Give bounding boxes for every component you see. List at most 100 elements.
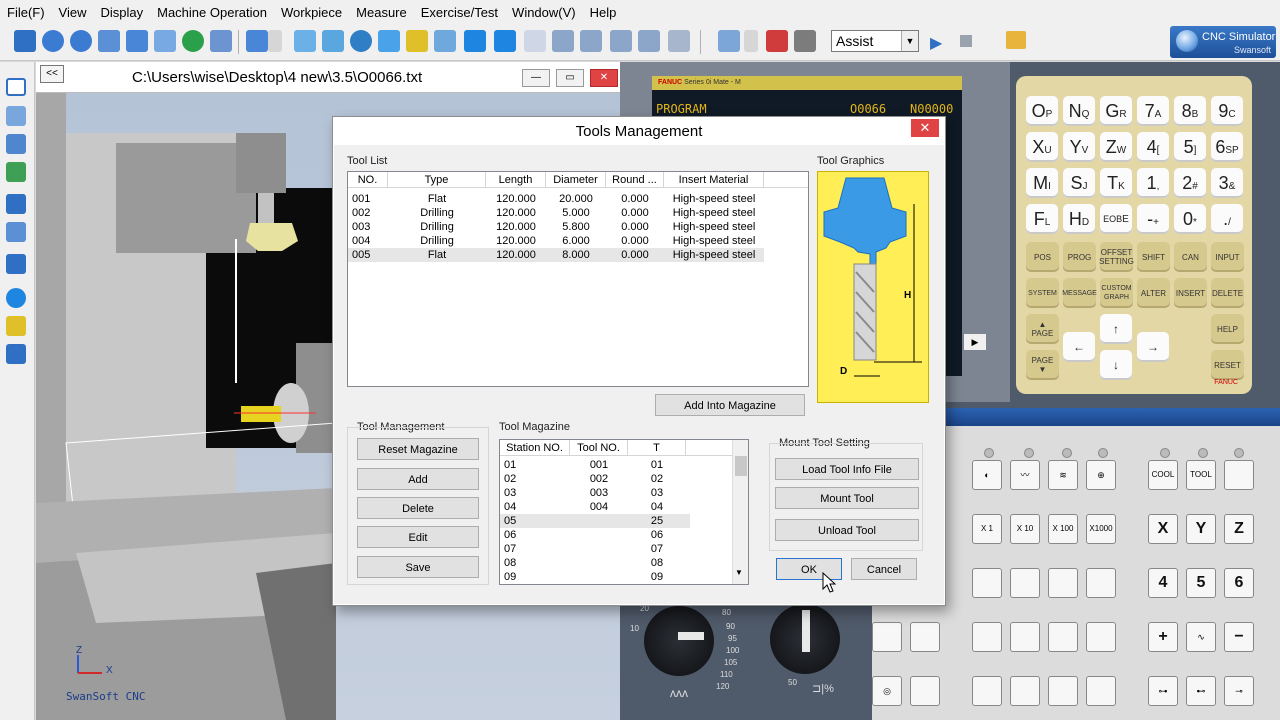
play-icon[interactable]: ▶ [930, 33, 942, 53]
minimize-button[interactable]: — [522, 69, 550, 87]
zoom-out-icon[interactable] [70, 30, 92, 52]
step-x1-button[interactable]: X 1 [972, 514, 1002, 544]
table-row[interactable]: 003 Drilling 120.000 5.800 0.000 High-sp… [348, 220, 764, 234]
key-y[interactable]: YV [1063, 132, 1095, 162]
column-header[interactable]: Tool NO. [570, 440, 628, 456]
solid-icon[interactable] [6, 316, 26, 336]
view-bottom-icon[interactable] [6, 222, 26, 242]
blank-button[interactable] [1086, 676, 1116, 706]
jog-icon[interactable]: ≋ [1048, 460, 1078, 490]
table-row[interactable]: 002 Drilling 120.000 5.000 0.000 High-sp… [348, 206, 764, 220]
measure-icon[interactable] [580, 30, 602, 52]
tool-icon[interactable] [434, 30, 456, 52]
key-h[interactable]: HD [1063, 204, 1095, 234]
key-n[interactable]: NQ [1063, 96, 1095, 126]
blank-button[interactable] [1086, 622, 1116, 652]
axis-y-button[interactable]: Y [1186, 514, 1216, 544]
zoom-icon[interactable] [6, 254, 26, 274]
step-x1000-button[interactable]: X1000 [1086, 514, 1116, 544]
key-pos[interactable]: POS [1026, 242, 1059, 272]
table-row[interactable]: 08 08 [500, 556, 690, 570]
spindle-ccw-icon[interactable]: ⊸ [1224, 676, 1254, 706]
arrow-right-key[interactable]: → [1137, 332, 1169, 362]
save-record-icon[interactable] [794, 30, 816, 52]
view-dropdown-icon[interactable] [246, 30, 268, 52]
table-row[interactable]: 03 003 03 [500, 486, 690, 500]
graph-icon[interactable] [718, 30, 740, 52]
cool-button[interactable]: COOL [1148, 460, 1178, 490]
blank-button[interactable] [972, 568, 1002, 598]
add-into-magazine-button[interactable]: Add Into Magazine [655, 394, 805, 416]
softkey-next-icon[interactable]: ▶ [964, 334, 986, 350]
window-icon[interactable] [14, 30, 36, 52]
sphere-icon[interactable] [6, 288, 26, 308]
table-row[interactable]: 07 07 [500, 542, 690, 556]
key-1[interactable]: 1, [1137, 168, 1169, 198]
chevron-down-icon[interactable]: ▼ [735, 568, 743, 577]
table-row-selected[interactable]: 005 Flat 120.000 8.000 0.000 High-speed … [348, 248, 764, 262]
spindle-icon[interactable] [350, 30, 372, 52]
column-header[interactable]: Insert Material [664, 172, 764, 188]
axis-x-button[interactable]: X [1148, 514, 1178, 544]
minus-button[interactable]: − [1224, 622, 1254, 652]
key-system[interactable]: SYSTEM [1026, 278, 1059, 308]
tool-length-icon[interactable] [610, 30, 632, 52]
key-g[interactable]: GR [1100, 96, 1132, 126]
layers-icon[interactable] [6, 344, 26, 364]
key-input[interactable]: INPUT [1211, 242, 1244, 272]
blank-button[interactable] [1010, 568, 1040, 598]
blank-button[interactable] [972, 676, 1002, 706]
column-header[interactable]: Length [486, 172, 546, 188]
add-button[interactable]: Add [357, 468, 479, 490]
transparent-icon[interactable] [524, 30, 546, 52]
key-z[interactable]: ZW [1100, 132, 1132, 162]
column-header[interactable]: Diameter [546, 172, 606, 188]
stop-icon[interactable] [960, 35, 972, 47]
menu-display[interactable]: Display [94, 5, 151, 20]
key-5[interactable]: 5] [1174, 132, 1206, 162]
collapse-button[interactable]: << [40, 65, 64, 83]
menu-file[interactable]: File(F) [0, 5, 52, 20]
key-help[interactable]: HELP [1211, 314, 1244, 344]
key-page-up[interactable]: ▲ PAGE [1026, 314, 1059, 344]
tool-button[interactable]: TOOL [1186, 460, 1216, 490]
key-o[interactable]: OP [1026, 96, 1058, 126]
menu-exercise-test[interactable]: Exercise/Test [414, 5, 505, 20]
eraser-icon[interactable] [668, 30, 690, 52]
table-row[interactable]: 06 06 [500, 528, 690, 542]
cancel-button[interactable]: Cancel [851, 558, 917, 580]
zoom-window-icon[interactable] [98, 30, 120, 52]
key-m[interactable]: MI [1026, 168, 1058, 198]
key-reset[interactable]: RESET [1211, 350, 1244, 380]
blank-button[interactable] [972, 622, 1002, 652]
program-stop-icon[interactable]: ◎ [872, 676, 902, 706]
delete-button[interactable]: Delete [357, 497, 479, 519]
key-8[interactable]: 8B [1174, 96, 1206, 126]
step-x100-button[interactable]: X 100 [1048, 514, 1078, 544]
key-page-down[interactable]: PAGE ▼ [1026, 350, 1059, 380]
tool-magazine-table[interactable]: Station NO. Tool NO. T ▼ 01 001 01 02 002 02… [499, 439, 749, 585]
star-icon[interactable] [406, 30, 428, 52]
table-row[interactable]: 001 Flat 120.000 20.000 0.000 High-speed… [348, 192, 764, 206]
table-row[interactable]: 04 004 04 [500, 500, 690, 514]
blank-button[interactable] [910, 676, 940, 706]
blank-button[interactable] [1048, 568, 1078, 598]
column-header[interactable]: Station NO. [500, 440, 570, 456]
key-4-button[interactable]: 4 [1148, 568, 1178, 598]
blank-button[interactable] [872, 622, 902, 652]
plus-button[interactable]: + [1148, 622, 1178, 652]
workpiece-icon[interactable] [294, 30, 316, 52]
close-button[interactable]: ✕ [911, 119, 939, 137]
table-row[interactable]: 01 001 01 [500, 458, 690, 472]
blank-button[interactable] [1048, 622, 1078, 652]
column-header[interactable]: NO. [348, 172, 388, 188]
blank-button[interactable] [1048, 676, 1078, 706]
key-0[interactable]: 0* [1174, 204, 1206, 234]
key-9[interactable]: 9C [1211, 96, 1243, 126]
key-delete[interactable]: DELETE [1211, 278, 1244, 308]
feed-override-dial[interactable] [644, 606, 714, 676]
coolant-icon[interactable] [322, 30, 344, 52]
edge-finder-icon[interactable] [638, 30, 660, 52]
maximize-button[interactable]: ▭ [556, 69, 584, 87]
section-icon[interactable] [552, 30, 574, 52]
